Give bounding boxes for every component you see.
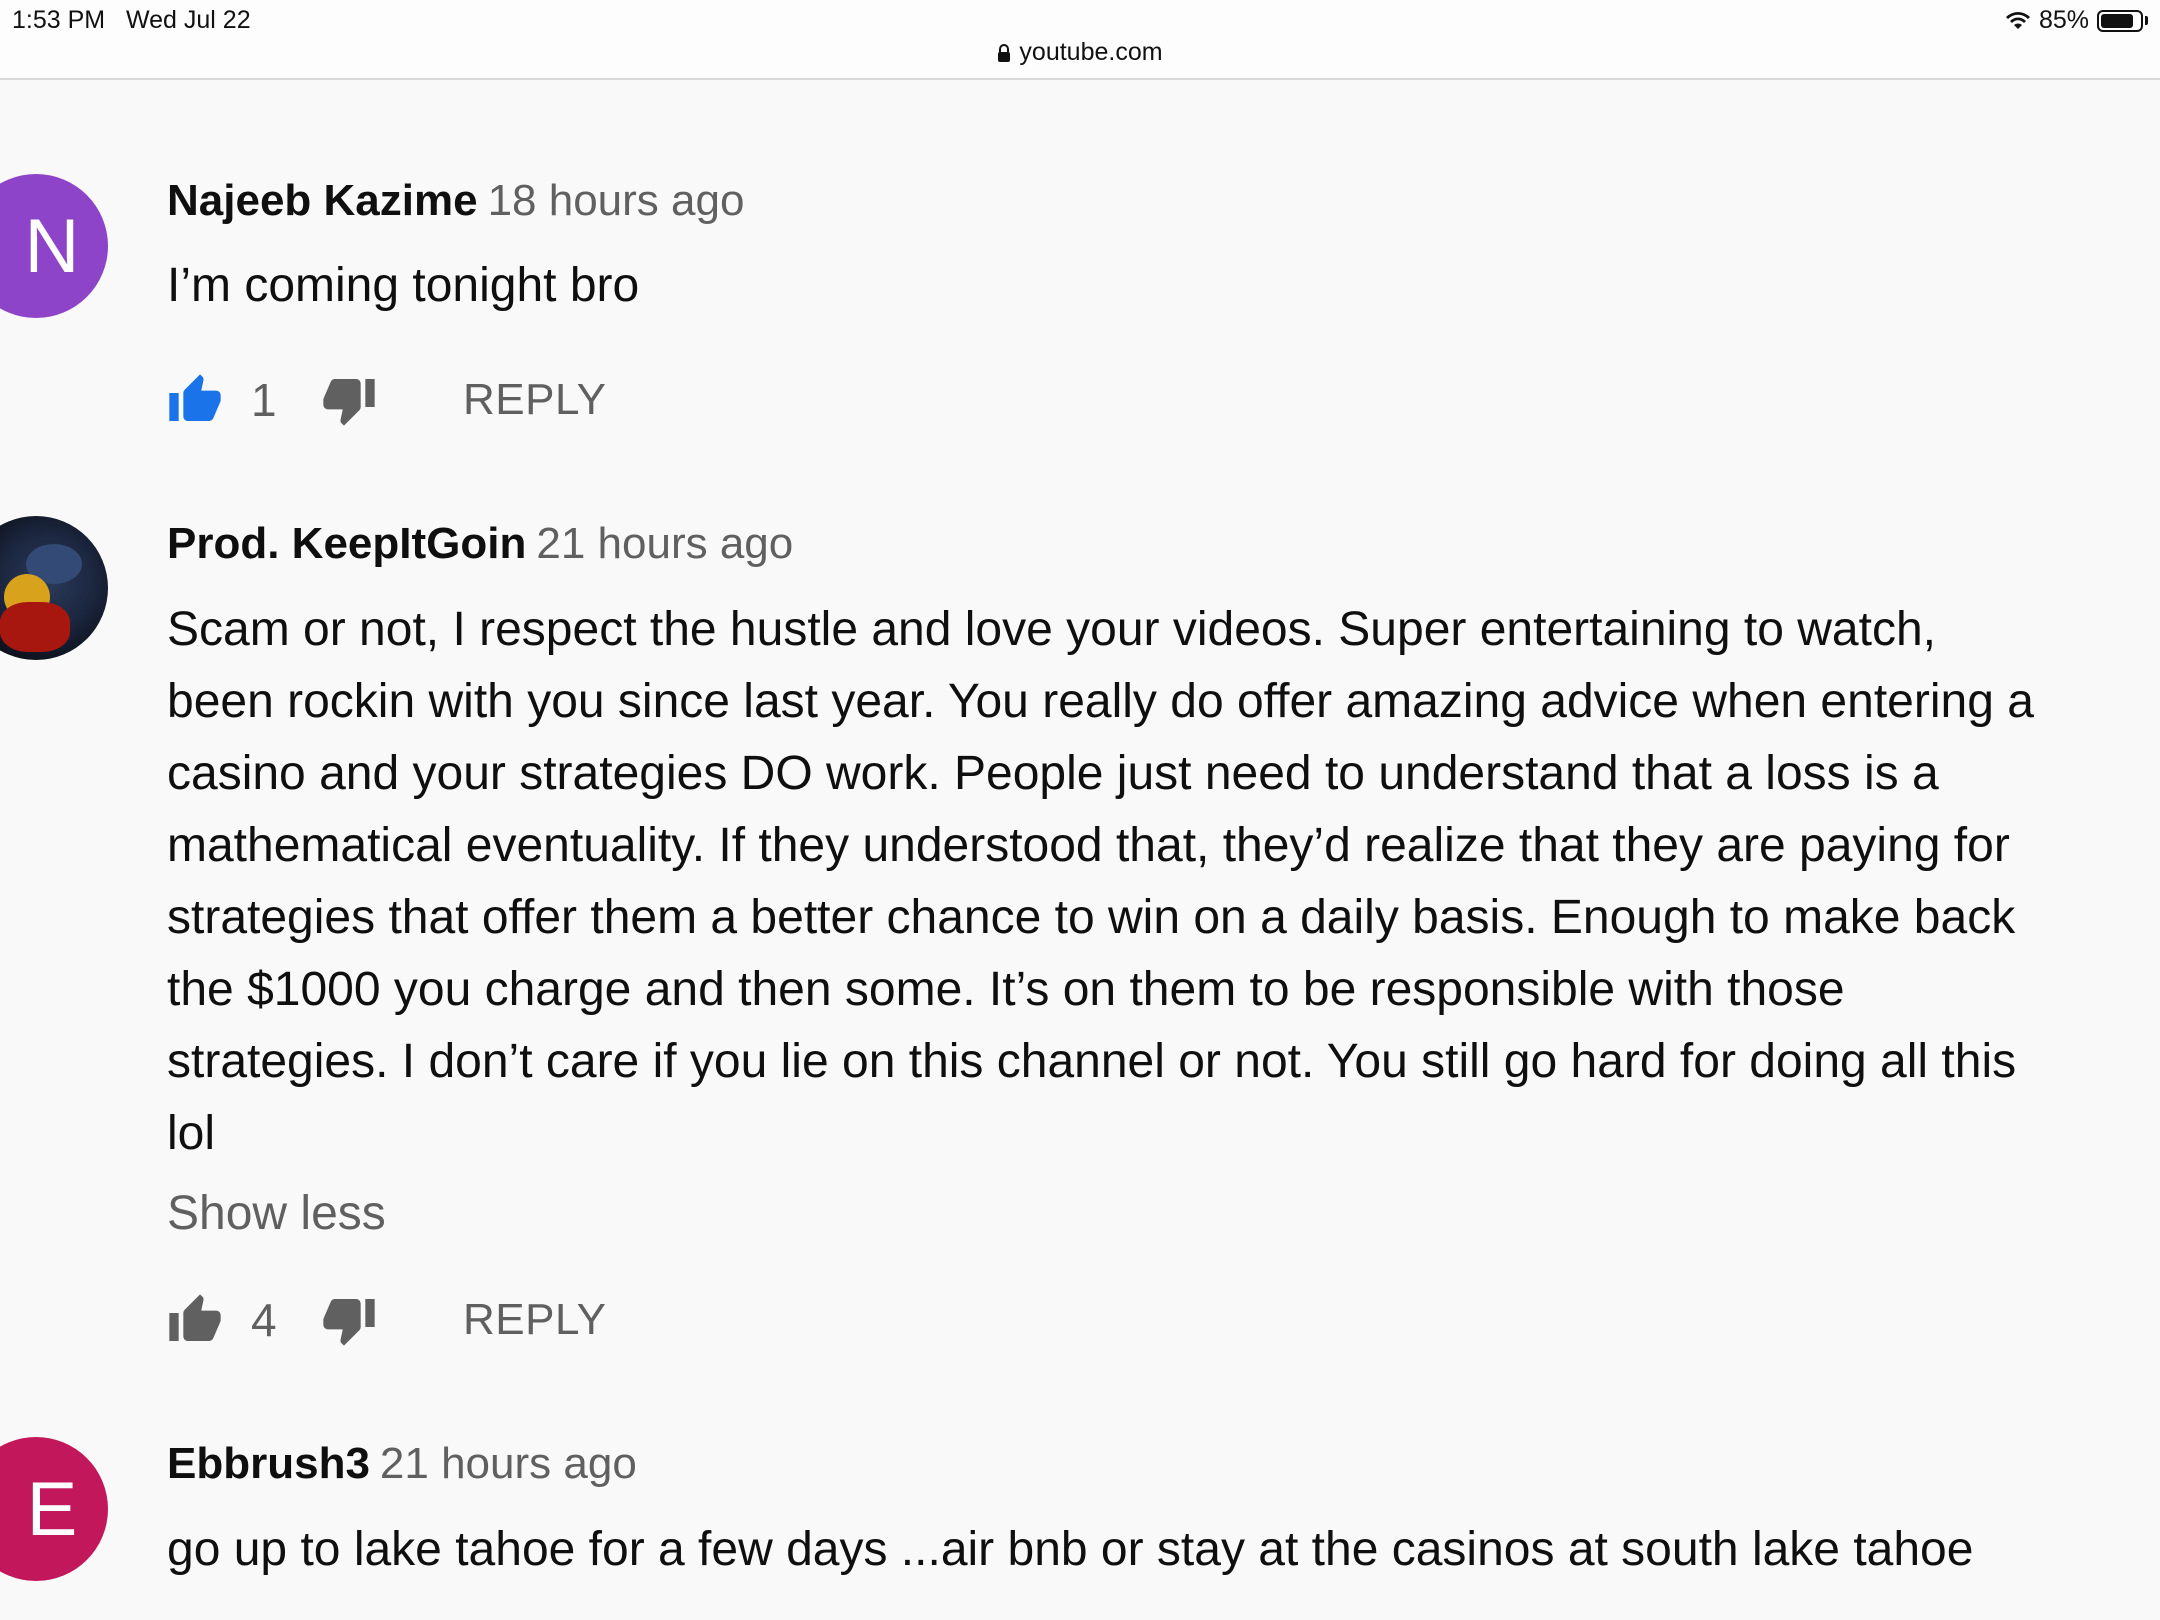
url-text: youtube.com [1019,38,1163,66]
status-date: Wed Jul 22 [126,6,251,34]
comment-line: strategies. I don’t care if you lie on t… [167,1035,2017,1088]
comment-line: strategies that offer them a better chan… [167,891,2016,944]
comment-timestamp[interactable]: 21 hours ago [536,519,793,568]
comment-line: go up to lake tahoe for a few days ...ai… [167,1523,1974,1576]
comment-line: lol [167,1107,216,1160]
battery-cap [2145,16,2148,25]
comment-author[interactable]: Ebbrush3 [167,1439,370,1488]
avatar[interactable] [0,516,108,660]
comment-text: go up to lake tahoe for a few days ...ai… [167,1514,2127,1586]
comment-line: the $1000 you charge and then some. It’s… [167,963,1845,1016]
avatar-art [0,602,70,652]
comment-timestamp[interactable]: 21 hours ago [380,1439,637,1488]
avatar[interactable]: N [0,174,108,318]
comment-line: casino and your strategies DO work. Peop… [167,747,1939,800]
comment-text: Scam or not, I respect the hustle and lo… [167,594,2127,1170]
reply-button[interactable]: REPLY [463,375,607,425]
wifi-icon [2005,11,2030,29]
comment-header: Ebbrush3 21 hours ago [167,1439,637,1489]
comment-header: Prod. KeepItGoin 21 hours ago [167,519,793,569]
battery-percent: 85% [2038,6,2089,34]
thumbs-up-icon[interactable] [167,372,223,428]
thumbs-down-icon[interactable] [321,372,377,428]
avatar[interactable]: E [0,1437,108,1581]
comment-header: Najeeb Kazime 18 hours ago [167,176,744,226]
comment-line: I’m coming tonight bro [167,259,640,312]
lock-icon [998,43,1011,62]
comment-actions: 4 REPLY [167,1290,607,1350]
status-time: 1:53 PM [12,6,106,34]
comment-line: been rockin with you since last year. Yo… [167,675,2034,728]
url-bar[interactable]: youtube.com [0,38,2160,69]
battery-fill [2101,13,2134,28]
status-bar: 1:53 PM Wed Jul 22 85% youtube.com [0,0,2160,80]
comment-author[interactable]: Prod. KeepItGoin [167,519,526,568]
comment-line: Scam or not, I respect the hustle and lo… [167,603,1936,656]
avatar-letter: N [24,203,80,289]
like-count: 4 [251,1294,277,1346]
thumbs-down-icon[interactable] [321,1292,377,1348]
like-count: 1 [251,374,277,426]
comment-author[interactable]: Najeeb Kazime [167,176,478,225]
comment-text: I’m coming tonight bro [167,250,2127,322]
show-less-link[interactable]: Show less [167,1186,386,1241]
comment-line: mathematical eventuality. If they unders… [167,819,2010,872]
avatar-letter: E [26,1466,78,1552]
thumbs-up-icon[interactable] [167,1292,223,1348]
status-indicators: 85% [2005,6,2148,35]
battery-icon [2097,9,2143,32]
comment-actions: 1 REPLY [167,370,607,430]
comment-timestamp[interactable]: 18 hours ago [488,176,745,225]
reply-button[interactable]: REPLY [463,1295,607,1345]
